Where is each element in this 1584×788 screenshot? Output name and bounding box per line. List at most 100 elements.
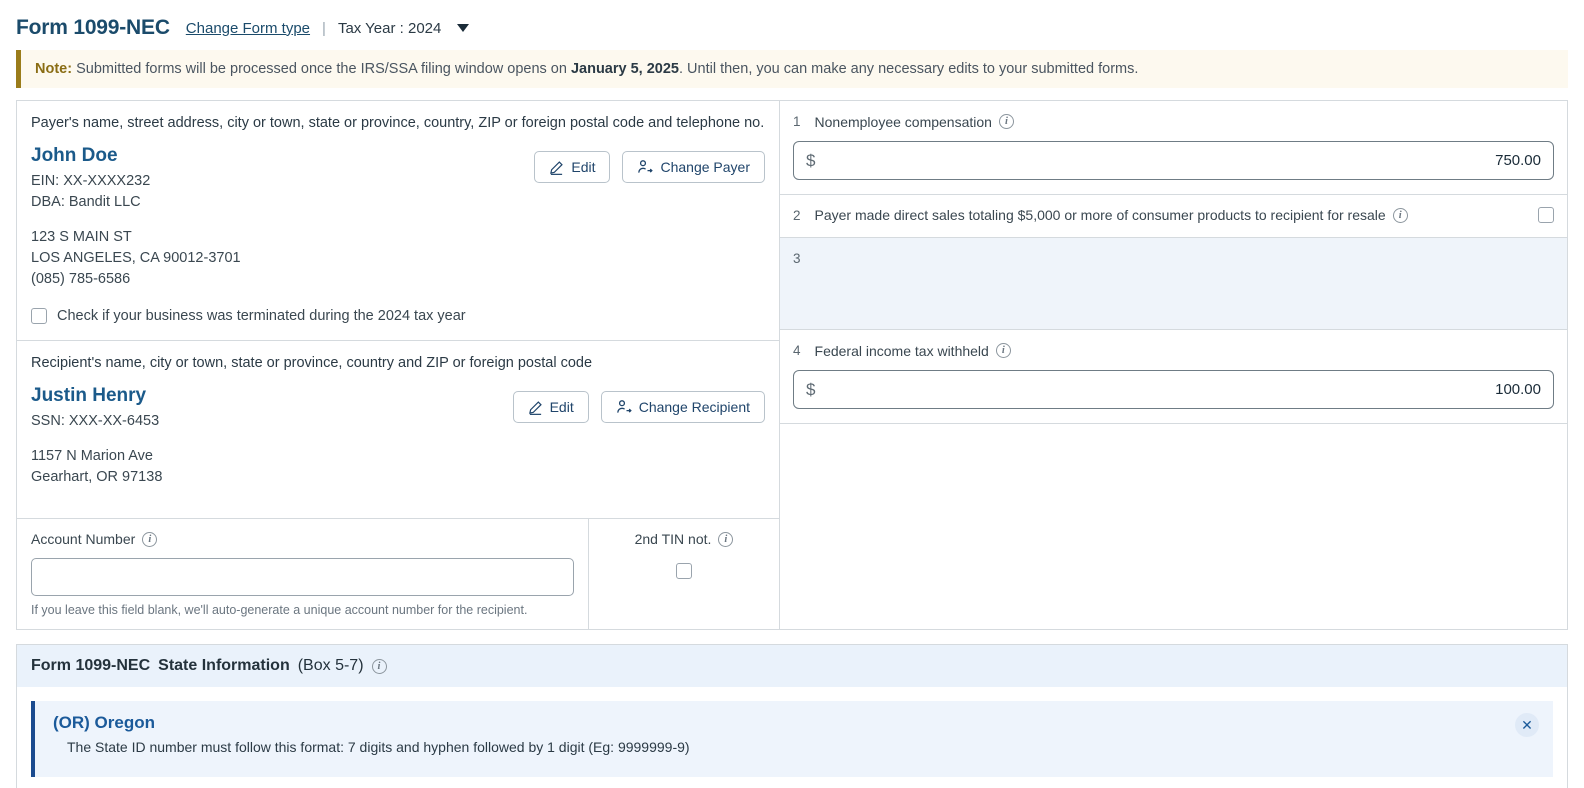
form-body: Payer's name, street address, city or to…: [16, 100, 1568, 630]
payer-dba: DBA: Bandit LLC: [31, 194, 141, 210]
box-1-label-wrap: 1 Nonemployee compensation i: [793, 114, 1014, 130]
header-separator: |: [322, 19, 326, 37]
oregon-alert-title: (OR) Oregon: [53, 713, 155, 732]
box-1-amount: 750.00: [1495, 152, 1541, 169]
box-4-amount: 100.00: [1495, 381, 1541, 398]
box-1-money-field[interactable]: $ 750.00: [793, 141, 1554, 180]
info-icon[interactable]: i: [142, 531, 158, 547]
change-recipient-label: Change Recipient: [638, 399, 750, 415]
box-1-number: 1: [793, 114, 801, 129]
recipient-address-line2: Gearhart, OR 97138: [31, 469, 163, 485]
payer-ein: EIN: XX-XXXX232: [31, 173, 151, 189]
info-icon[interactable]: i: [998, 114, 1014, 129]
note-banner: Note: Submitted forms will be processed …: [16, 50, 1568, 88]
payer-edit-label: Edit: [571, 159, 596, 175]
info-icon[interactable]: i: [718, 531, 734, 547]
box-4-number: 4: [793, 343, 801, 358]
box-4-money-field[interactable]: $ 100.00: [793, 370, 1554, 409]
box-1: 1 Nonemployee compensation i $ 750.00: [780, 101, 1567, 195]
payer-name: John Doe: [31, 145, 118, 166]
account-number-hint: If you leave this field blank, we'll aut…: [31, 603, 528, 617]
note-text-after: . Until then, you can make any necessary…: [679, 61, 1139, 77]
recipient-section: Recipient's name, city or town, state or…: [17, 341, 779, 488]
box-3: 3: [780, 238, 1567, 330]
payer-phone: (085) 785-6586: [31, 271, 131, 287]
info-icon[interactable]: i: [1392, 207, 1408, 223]
second-tin-checkbox[interactable]: [676, 563, 692, 579]
change-form-type-link[interactable]: Change Form type: [186, 20, 310, 37]
box-1-label: Nonemployee compensation: [814, 113, 992, 130]
box-4-label-wrap: 4 Federal income tax withheld i: [793, 343, 1011, 359]
note-date: January 5, 2025: [570, 61, 679, 77]
state-info-title: State Information: [158, 657, 290, 674]
right-column-filler: [780, 424, 1567, 629]
page-header: Form 1099-NEC Change Form type | Tax Yea…: [0, 0, 1584, 50]
box-2-label: Payer made direct sales totaling $5,000 …: [814, 207, 1386, 223]
oregon-state-alert: (OR) Oregon The State ID number must fol…: [31, 701, 1553, 777]
recipient-entity-row: Justin Henry SSN: XXX-XX-6453 1157 N Mar…: [31, 385, 765, 488]
right-column: 1 Nonemployee compensation i $ 750.00 2 …: [780, 101, 1567, 629]
box-3-number: 3: [793, 251, 801, 266]
recipient-address-line1: 1157 N Marion Ave: [31, 448, 153, 464]
payer-address-line2: LOS ANGELES, CA 90012-3701: [31, 250, 241, 266]
business-terminated-checkbox[interactable]: [31, 308, 47, 324]
info-icon[interactable]: i: [371, 658, 387, 674]
business-terminated-row: Check if your business was terminated du…: [31, 290, 765, 340]
box-2-checkbox[interactable]: [1538, 207, 1554, 223]
change-recipient-button[interactable]: Change Recipient: [600, 391, 765, 423]
left-column: Payer's name, street address, city or to…: [17, 101, 780, 629]
note-text-before: Submitted forms will be processed once t…: [72, 61, 571, 77]
box-2-row: 2 Payer made direct sales totaling $5,00…: [793, 207, 1554, 223]
box-4: 4 Federal income tax withheld i $ 100.00: [780, 330, 1567, 424]
recipient-name: Justin Henry: [31, 385, 147, 406]
state-information-body: (OR) Oregon The State ID number must fol…: [17, 687, 1567, 788]
recipient-edit-label: Edit: [549, 399, 574, 415]
pencil-icon: [549, 160, 564, 175]
person-switch-icon: [637, 159, 654, 175]
info-icon[interactable]: i: [995, 343, 1011, 358]
account-number-input[interactable]: [31, 558, 574, 596]
payer-details: John Doe EIN: XX-XXXX232 DBA: Bandit LLC…: [31, 145, 241, 290]
change-payer-button[interactable]: Change Payer: [622, 151, 765, 183]
account-number-cell: Account Number i If you leave this field…: [17, 519, 589, 629]
currency-symbol: $: [806, 379, 816, 399]
person-switch-icon: [616, 399, 632, 415]
box-2-label-wrap: 2 Payer made direct sales totaling $5,00…: [793, 207, 1408, 223]
account-number-label-wrap: Account Number i: [31, 531, 158, 547]
payer-section: Payer's name, street address, city or to…: [17, 101, 779, 340]
second-tin-cell: 2nd TIN not. i: [589, 519, 779, 629]
tax-year-label: Tax Year : 2024: [337, 19, 442, 37]
second-tin-label: 2nd TIN not.: [634, 531, 712, 547]
state-information-panel: Form 1099-NEC State Information (Box 5-7…: [16, 644, 1568, 788]
oregon-alert-message: The State ID number must follow this for…: [67, 739, 690, 755]
state-info-form-title: Form 1099-NEC: [31, 657, 151, 674]
note-label: Note:: [35, 61, 73, 77]
second-tin-label-wrap: 2nd TIN not. i: [635, 531, 734, 547]
form-1099-nec-page: Form 1099-NEC Change Form type | Tax Yea…: [0, 0, 1584, 788]
chevron-down-icon[interactable]: [457, 24, 470, 32]
payer-address-line1: 123 S MAIN ST: [31, 229, 132, 245]
payer-edit-button[interactable]: Edit: [534, 151, 611, 183]
box-2-number: 2: [793, 207, 801, 223]
recipient-edit-button[interactable]: Edit: [512, 391, 589, 423]
payer-entity-row: John Doe EIN: XX-XXXX232 DBA: Bandit LLC…: [31, 145, 765, 290]
payer-actions: Edit Change Payer: [534, 145, 765, 183]
box-4-label: Federal income tax withheld: [814, 342, 989, 359]
state-information-header: Form 1099-NEC State Information (Box 5-7…: [17, 645, 1567, 687]
pencil-icon: [528, 400, 543, 415]
account-number-label: Account Number: [31, 531, 136, 547]
close-icon[interactable]: ✕: [1515, 713, 1539, 737]
recipient-actions: Edit Change Recipient: [512, 385, 765, 423]
recipient-details: Justin Henry SSN: XXX-XX-6453 1157 N Mar…: [31, 385, 162, 488]
currency-symbol: $: [806, 150, 816, 170]
account-number-strip: Account Number i If you leave this field…: [17, 518, 779, 629]
payer-section-heading: Payer's name, street address, city or to…: [31, 115, 765, 131]
recipient-section-heading: Recipient's name, city or town, state or…: [31, 355, 593, 371]
change-payer-label: Change Payer: [660, 159, 750, 175]
box-2: 2 Payer made direct sales totaling $5,00…: [780, 195, 1567, 238]
page-title: Form 1099-NEC: [16, 16, 170, 39]
recipient-ssn: SSN: XXX-XX-6453: [31, 413, 160, 429]
business-terminated-label: Check if your business was terminated du…: [57, 308, 466, 324]
